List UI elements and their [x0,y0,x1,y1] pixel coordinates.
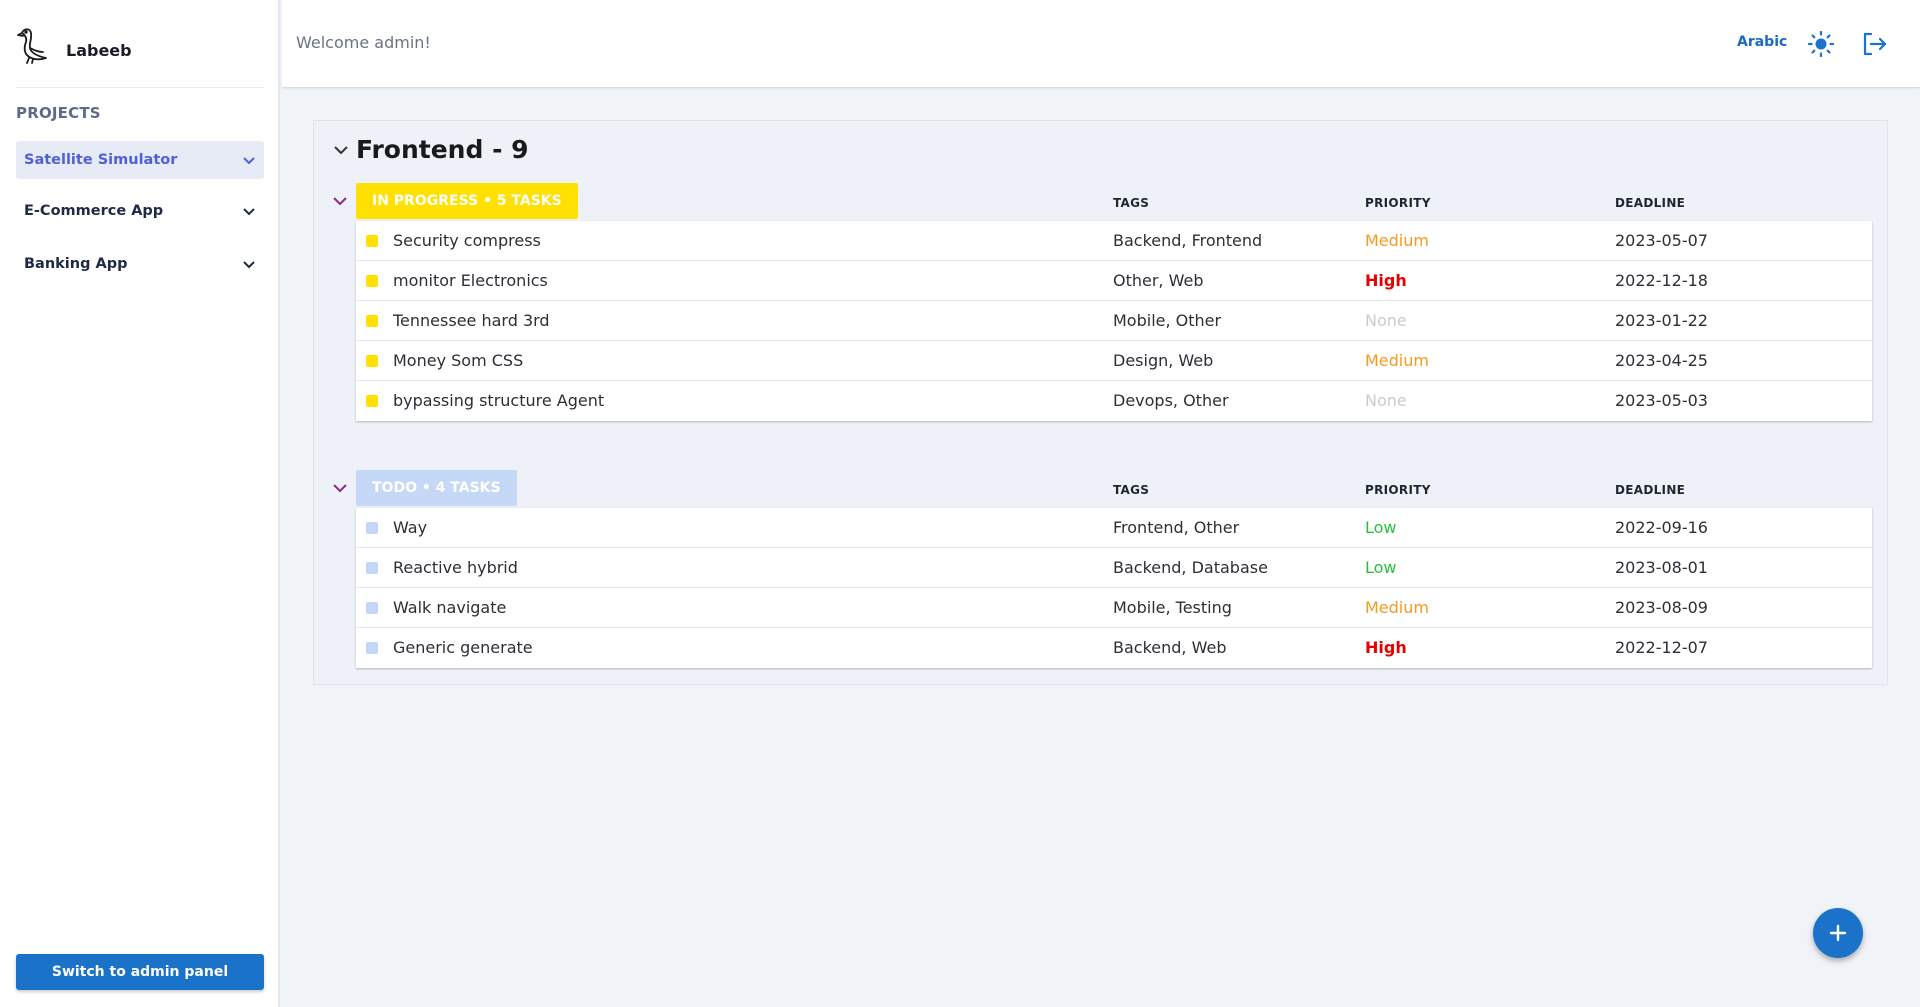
task-tags: Backend, Frontend [1113,231,1263,250]
task-name: Tennessee hard 3rd [393,311,550,330]
task-name: Way [393,518,428,537]
task-tags: Devops, Other [1113,391,1229,410]
language-toggle-button[interactable]: Arabic [1737,34,1787,50]
task-name: monitor Electronics [393,271,548,290]
task-deadline: 2022-12-18 [1615,271,1708,290]
task-priority: None [1365,391,1407,410]
task-name: Generic generate [393,638,533,657]
task-tags: Other, Web [1113,271,1204,290]
top-header: Welcome admin! Arabic [282,0,1920,88]
task-row[interactable]: bypassing structure Agent Devops, Other No… [356,381,1872,421]
task-deadline: 2023-05-03 [1615,391,1708,410]
project-group-panel: Frontend - 9 IN PROGRESS • 5 TASKS TAGS … [313,120,1888,685]
task-priority: Medium [1365,351,1429,370]
task-tags: Design, Web [1113,351,1214,370]
task-name: Reactive hybrid [393,558,518,577]
sidebar-item-banking-app[interactable]: Banking App [16,245,264,283]
status-badge[interactable]: TODO • 4 TASKS [356,470,517,506]
chevron-down-icon[interactable] [332,480,348,496]
task-tags: Backend, Database [1113,558,1268,577]
sidebar-item-label: Satellite Simulator [24,152,178,168]
task-deadline: 2023-08-09 [1615,598,1708,617]
task-deadline: 2023-01-22 [1615,311,1708,330]
status-color-square [366,355,378,367]
status-color-square [366,395,378,407]
task-priority: Low [1365,518,1397,537]
task-deadline: 2023-04-25 [1615,351,1708,370]
switch-to-admin-panel-button[interactable]: Switch to admin panel [16,954,264,990]
task-deadline: 2022-12-07 [1615,638,1708,657]
task-row[interactable]: Generic generate Backend, Web High 2022-12-… [356,628,1872,668]
task-list: Way Frontend, Other Low 2022-09-16 Reactive … [356,508,1872,668]
column-header-deadline[interactable]: DEADLINE [1615,196,1685,210]
task-tags: Mobile, Other [1113,311,1222,330]
status-color-square [366,562,378,574]
chevron-down-icon[interactable] [332,141,350,159]
projects-heading: PROJECTS [16,104,101,122]
task-deadline: 2022-09-16 [1615,518,1708,537]
column-header-tags[interactable]: TAGS [1113,196,1149,210]
task-priority: None [1365,311,1407,330]
task-row[interactable]: Tennessee hard 3rd Mobile, Other None 2023-… [356,301,1872,341]
logout-icon[interactable] [1860,30,1888,58]
brand-name: Labeeb [66,40,132,60]
task-row[interactable]: Security compress Backend, Frontend Medium… [356,221,1872,261]
task-priority: High [1365,638,1407,657]
column-header-deadline[interactable]: DEADLINE [1615,483,1685,497]
task-deadline: 2023-08-01 [1615,558,1708,577]
welcome-message: Welcome admin! [296,33,431,52]
status-color-square [366,275,378,287]
sidebar-item-satellite-simulator[interactable]: Satellite Simulator [16,141,264,179]
sidebar: Labeeb PROJECTS Satellite Simulator E-Co… [0,0,280,1007]
status-color-square [366,235,378,247]
task-name: Security compress [393,231,541,250]
task-priority: Medium [1365,598,1429,617]
add-task-button[interactable] [1813,908,1863,958]
task-deadline: 2023-05-07 [1615,231,1708,250]
sun-icon[interactable] [1807,30,1835,58]
status-color-square [366,522,378,534]
group-header[interactable]: Frontend - 9 [332,135,529,164]
task-name: Walk navigate [393,598,507,617]
chevron-down-icon [243,157,255,165]
status-badge[interactable]: IN PROGRESS • 5 TASKS [356,183,578,219]
divider [16,87,264,88]
plus-icon [1829,924,1847,942]
task-row[interactable]: Walk navigate Mobile, Testing Medium 2023-0… [356,588,1872,628]
chevron-down-icon[interactable] [332,193,348,209]
task-priority: Medium [1365,231,1429,250]
chevron-down-icon [243,261,255,269]
chevron-down-icon [243,208,255,216]
task-tags: Frontend, Other [1113,518,1240,537]
sidebar-item-label: E-Commerce App [24,203,164,219]
task-row[interactable]: Way Frontend, Other Low 2022-09-16 [356,508,1872,548]
brand[interactable]: Labeeb [16,22,132,68]
status-color-square [366,602,378,614]
column-header-priority[interactable]: PRIORITY [1365,483,1431,497]
task-priority: High [1365,271,1407,290]
task-tags: Mobile, Testing [1113,598,1232,617]
task-priority: Low [1365,558,1397,577]
column-header-priority[interactable]: PRIORITY [1365,196,1431,210]
status-color-square [366,315,378,327]
task-row[interactable]: Reactive hybrid Backend, Database Low 2023-… [356,548,1872,588]
task-list: Security compress Backend, Frontend Medium… [356,221,1872,421]
task-row[interactable]: Money Som CSS Design, Web Medium 2023-04-25 [356,341,1872,381]
task-row[interactable]: monitor Electronics Other, Web High 2022-12… [356,261,1872,301]
status-section-todo: TODO • 4 TASKS TAGS PRIORITY DEADLINE Wa… [332,470,1872,670]
column-header-tags[interactable]: TAGS [1113,483,1149,497]
task-name: Money Som CSS [393,351,524,370]
sidebar-item-e-commerce-app[interactable]: E-Commerce App [16,192,264,230]
group-title: Frontend - 9 [356,135,529,164]
status-section-in-progress: IN PROGRESS • 5 TASKS TAGS PRIORITY DEAD… [332,183,1872,423]
status-color-square [366,642,378,654]
bird-logo-icon [17,28,47,64]
sidebar-item-label: Banking App [24,256,128,272]
task-name: bypassing structure Agent [393,391,605,410]
task-tags: Backend, Web [1113,638,1227,657]
